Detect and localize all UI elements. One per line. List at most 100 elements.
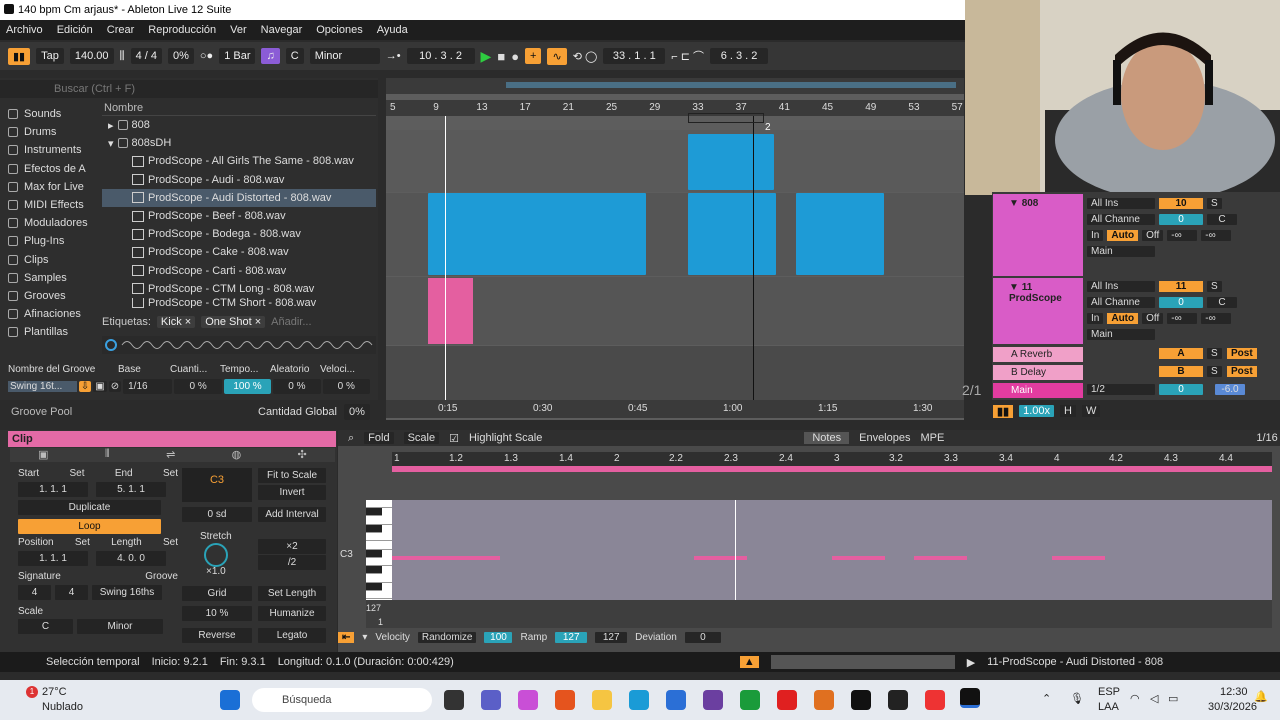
velocity-panel-icon[interactable]: ⇤	[338, 631, 355, 643]
folder-808[interactable]: ▸ 808	[102, 116, 376, 134]
ramp-end[interactable]: 127	[595, 631, 628, 643]
track1-channel-select[interactable]: All Channe	[1087, 213, 1155, 225]
scale-button[interactable]: Scale	[403, 432, 440, 444]
quantization-menu[interactable]: 1 Bar	[219, 48, 256, 64]
piano-key[interactable]	[366, 524, 382, 533]
track2-channel-select[interactable]: All Channe	[1087, 296, 1155, 308]
fold-button[interactable]: Fold	[364, 432, 394, 444]
track2-send-b[interactable]: -∞	[1201, 312, 1232, 324]
file-item[interactable]: ProdScope - All Girls The Same - 808.wav	[102, 152, 376, 170]
loop-brace[interactable]	[688, 113, 764, 123]
duplicate-button[interactable]: Duplicate	[18, 500, 161, 515]
youtube-icon[interactable]	[777, 690, 797, 710]
piano-key[interactable]	[366, 583, 382, 591]
menu-ayuda[interactable]: Ayuda	[377, 24, 408, 36]
groove-random-field[interactable]: 0 %	[273, 378, 321, 394]
highlight-scale-checkbox[interactable]: ☑	[449, 432, 459, 445]
double-button[interactable]: ×2	[258, 539, 326, 554]
track1-send-a[interactable]: -∞	[1167, 229, 1198, 241]
windows-start-icon[interactable]	[220, 690, 240, 710]
track1-monitor-off[interactable]: Off	[1142, 229, 1164, 241]
piano-key[interactable]	[366, 533, 392, 542]
piano-keyboard[interactable]	[366, 500, 392, 600]
stretch-knob[interactable]	[204, 543, 228, 567]
legato-button[interactable]: Legato	[258, 628, 326, 643]
beat-ruler[interactable]: 5 9 13 17 21 25 29 33 37 41 45 49 53 57	[386, 100, 964, 116]
place-plugins[interactable]: Plug-Ins	[8, 232, 94, 250]
menu-edicion[interactable]: Edición	[57, 24, 93, 36]
folder-808sdh[interactable]: ▾ 808sDH	[102, 134, 376, 152]
copilot-icon[interactable]	[518, 690, 538, 710]
fit-to-scale-button[interactable]: Fit to Scale	[258, 468, 326, 483]
groove-velocity-field[interactable]: 0 %	[322, 378, 370, 394]
clip-start-field[interactable]: 1. 1. 1	[18, 482, 88, 497]
track1-monitor-auto[interactable]: Auto	[1107, 229, 1139, 241]
track-lane-top[interactable]	[386, 130, 964, 192]
link-icon[interactable]: ▮▮	[8, 47, 31, 65]
envelope-tab-icon[interactable]: ⇌	[166, 448, 175, 462]
return-a-post[interactable]: Post	[1227, 348, 1257, 359]
place-midi-effects[interactable]: MIDI Effects	[8, 196, 94, 214]
search-icon[interactable]: ⌕	[348, 432, 354, 445]
editor-grid-select[interactable]: 1/16	[1256, 432, 1277, 444]
taskview-icon[interactable]	[444, 690, 464, 710]
end-set[interactable]: Set	[163, 468, 178, 482]
position-field[interactable]: 1. 1. 1	[18, 551, 88, 566]
note-grid[interactable]	[392, 500, 1272, 600]
track2-input-select[interactable]: All Ins	[1087, 280, 1155, 292]
groove-quant-field[interactable]: 0 %	[174, 378, 222, 394]
automation-arm-icon[interactable]: ∿	[547, 47, 567, 65]
humanize-amount[interactable]: 10 %	[182, 606, 252, 621]
humanize-button[interactable]: Humanize	[258, 606, 326, 621]
menu-opciones[interactable]: Opciones	[316, 24, 362, 36]
piano-key[interactable]	[366, 516, 392, 525]
grid-select[interactable]: Grid	[182, 586, 252, 601]
folder-collapse-icon[interactable]: ▾	[108, 137, 114, 150]
battery-icon[interactable]: ▭	[1168, 692, 1178, 705]
record-mode-icon[interactable]: ○●	[200, 50, 213, 62]
file-explorer-icon[interactable]	[592, 690, 612, 710]
store-icon[interactable]	[666, 690, 686, 710]
menu-archivo[interactable]: Archivo	[6, 24, 43, 36]
tab-envelopes[interactable]: Envelopes	[859, 432, 910, 444]
main-track-header[interactable]: Main	[993, 383, 1083, 398]
track-fold-icon[interactable]: ▼	[1009, 198, 1019, 209]
clip-808-b[interactable]	[688, 193, 776, 275]
track2-pan[interactable]: C	[1207, 296, 1237, 308]
track-fold-icon[interactable]: ▼	[1009, 282, 1019, 293]
return-b-solo[interactable]: S	[1207, 366, 1222, 377]
clip-tab-icon[interactable]: ▣	[38, 448, 48, 462]
record-button[interactable]: ●	[511, 49, 519, 64]
brave-icon[interactable]	[555, 690, 575, 710]
piano-key[interactable]	[366, 500, 392, 508]
midi-note[interactable]	[1052, 556, 1105, 560]
generate-tab-icon[interactable]: ✣	[298, 448, 307, 462]
place-tunings[interactable]: Afinaciones	[8, 305, 94, 323]
length-field[interactable]: 4. 0. 0	[96, 551, 166, 566]
global-amount-field[interactable]: 0%	[344, 404, 370, 420]
loop-button[interactable]: Loop	[18, 519, 161, 534]
track1-monitor-in[interactable]: In	[1087, 229, 1104, 241]
stop-button[interactable]: ■	[497, 49, 505, 64]
start-set[interactable]: Set	[69, 468, 84, 482]
length-set[interactable]: Set	[163, 537, 178, 551]
track1-solo[interactable]: S	[1207, 197, 1222, 209]
place-grooves[interactable]: Grooves	[8, 287, 94, 305]
sig-denominator[interactable]: 4	[55, 585, 88, 600]
clip-header[interactable]: Clip	[8, 431, 336, 447]
return-b-header[interactable]: B Delay	[993, 365, 1083, 380]
menu-reproduccion[interactable]: Reproducción	[148, 24, 216, 36]
ableton-active-icon[interactable]	[960, 688, 980, 708]
zoom-field[interactable]: 1.00x	[1019, 405, 1055, 417]
folder-expand-icon[interactable]: ▸	[108, 119, 114, 132]
add-interval-button[interactable]: Add Interval	[258, 507, 326, 522]
sig-numerator[interactable]: 4	[18, 585, 51, 600]
piano-key[interactable]	[366, 508, 382, 517]
track2-volume[interactable]: 0	[1159, 296, 1203, 308]
file-item[interactable]: ProdScope - Audi - 808.wav	[102, 171, 376, 189]
main-fraction-select[interactable]: 1/2	[1087, 384, 1155, 395]
song-position-field[interactable]: 10 . 3 . 2	[406, 48, 475, 64]
tag-add-input[interactable]: Añadir...	[271, 316, 311, 328]
file-item[interactable]: ProdScope - CTM Long - 808.wav	[102, 280, 376, 298]
groove-base-select[interactable]: 1/16	[123, 378, 173, 394]
